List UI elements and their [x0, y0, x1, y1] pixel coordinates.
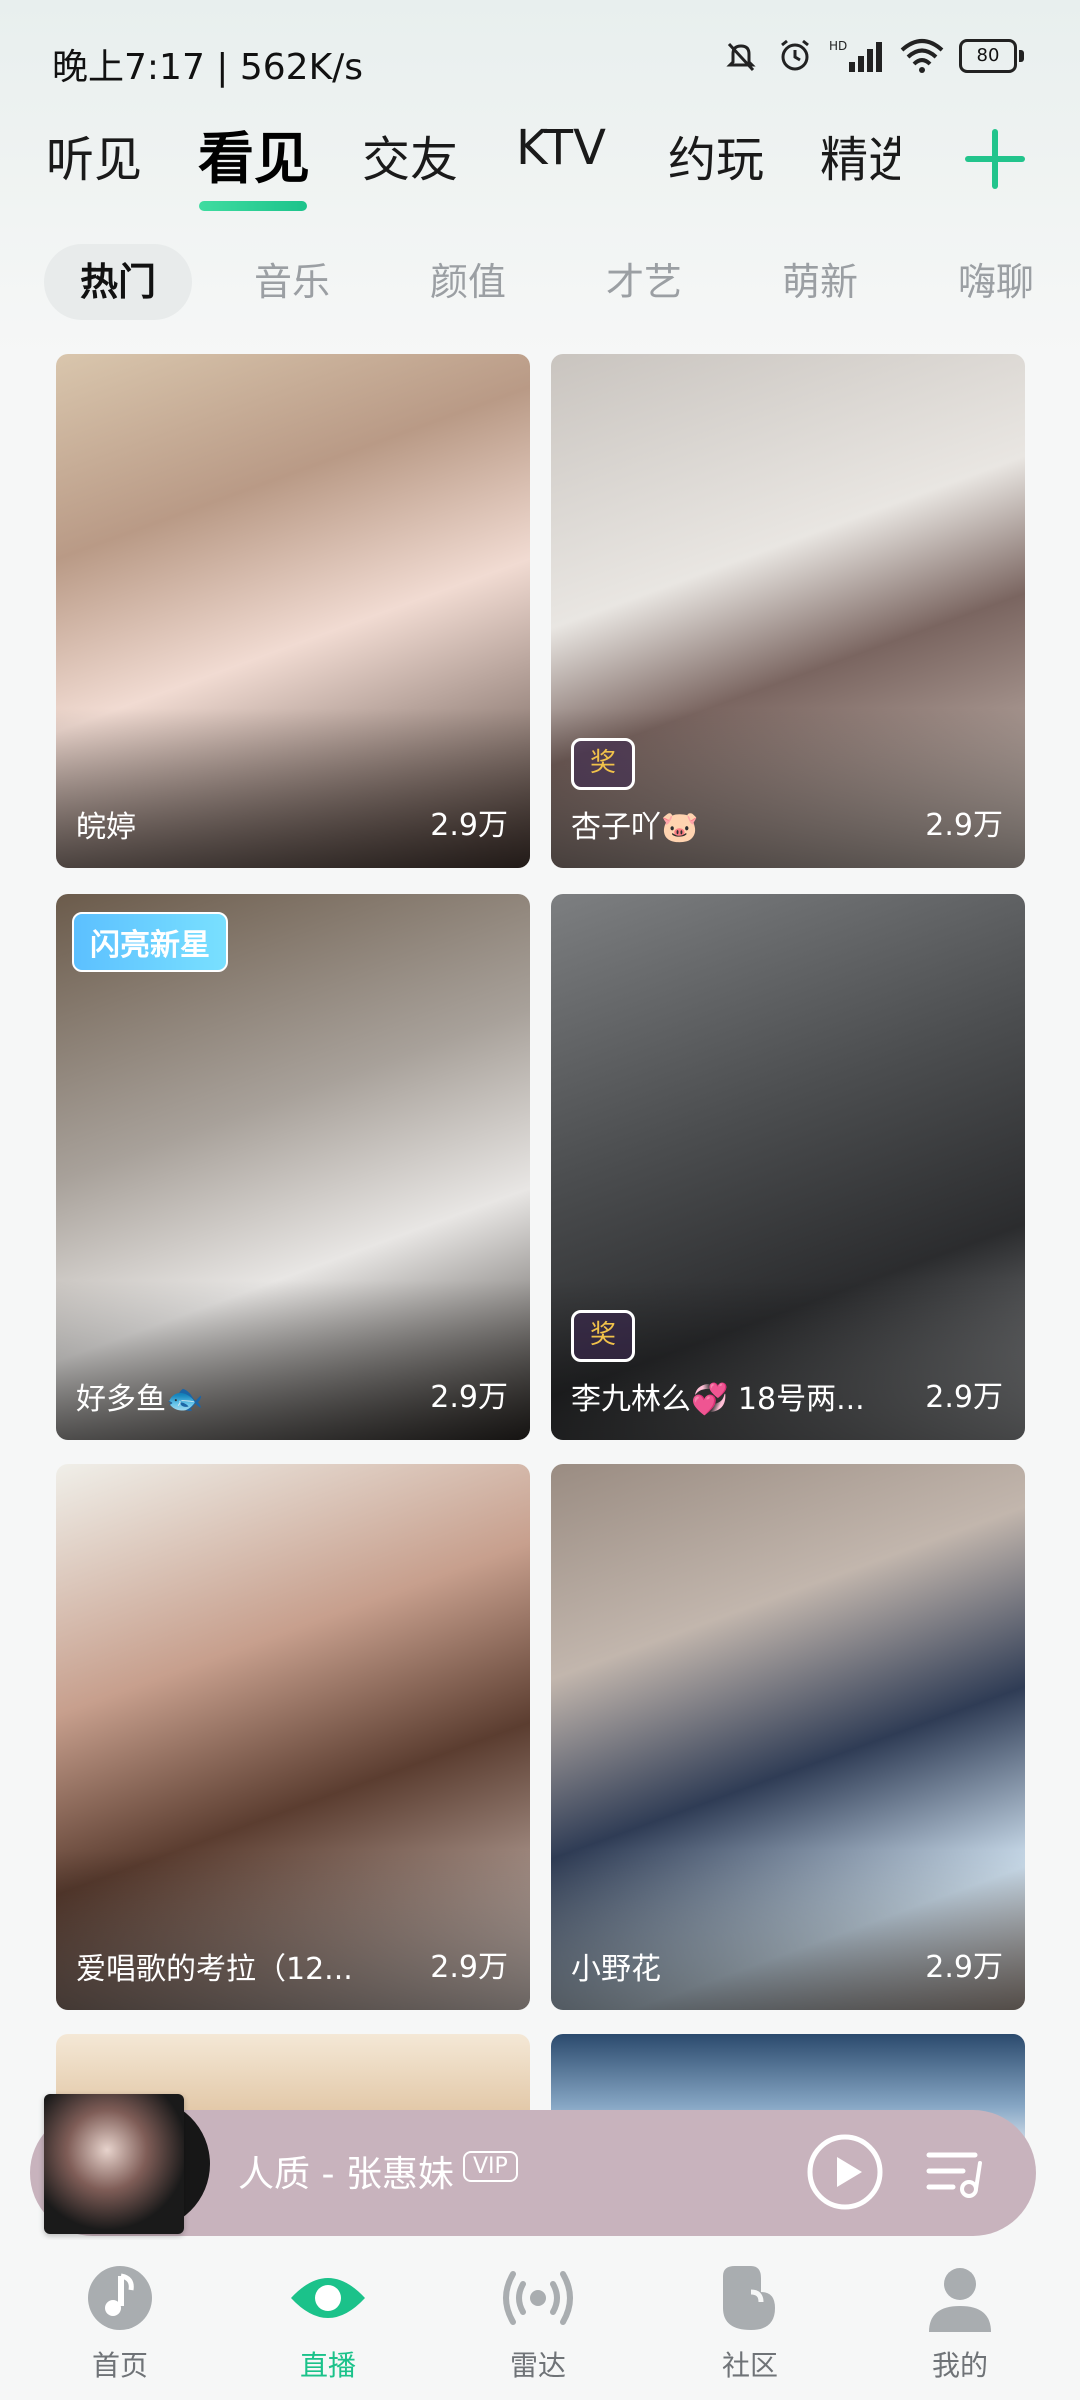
- now-playing-title[interactable]: 人质 - 张惠妹: [238, 2145, 454, 2197]
- hd-signal-icon: HD: [829, 39, 882, 72]
- nav-label-community: 社区: [721, 2349, 778, 2382]
- add-tab-button[interactable]: [960, 124, 1030, 194]
- playlist-icon[interactable]: [925, 2145, 987, 2201]
- battery-level: 80: [959, 39, 1017, 73]
- room-viewer-count: 2.9万: [925, 1950, 1003, 1985]
- bottom-navigation: 首页 直播 雷达 社区 我的: [0, 2240, 1080, 2400]
- room-viewer-count: 2.9万: [430, 1950, 508, 1985]
- live-room-card[interactable]: 奖 李九林么💞 18号两... 2.9万: [551, 894, 1025, 1440]
- community-icon: [723, 2266, 775, 2330]
- status-icons: HD 80: [721, 36, 1024, 76]
- svg-text:HD: HD: [829, 39, 847, 53]
- active-tab-indicator: [199, 201, 307, 211]
- chip-music[interactable]: 音乐: [254, 244, 330, 320]
- nav-label-home: 首页: [91, 2349, 148, 2382]
- live-room-card[interactable]: 爱唱歌的考拉（12... 2.9万: [56, 1464, 530, 2010]
- room-viewer-count: 2.9万: [925, 1380, 1003, 1415]
- nav-home[interactable]: 首页: [50, 2262, 190, 2384]
- room-host-name: 杏子吖🐷: [571, 810, 699, 845]
- tab-play-together[interactable]: 约玩: [668, 120, 764, 190]
- battery-icon: 80: [959, 39, 1024, 73]
- tab-watch[interactable]: 看见: [198, 114, 310, 195]
- mute-bell-icon: [726, 42, 756, 72]
- nav-label-profile: 我的: [931, 2349, 988, 2382]
- chip-chat[interactable]: 嗨聊: [958, 244, 1034, 320]
- nav-label-radar: 雷达: [509, 2349, 566, 2382]
- room-host-name: 好多鱼🐟: [76, 1382, 204, 1417]
- chip-hot[interactable]: 热门: [44, 244, 193, 320]
- tab-friends[interactable]: 交友: [362, 120, 458, 190]
- nav-live[interactable]: 直播: [258, 2262, 398, 2384]
- tab-listen[interactable]: 听见: [46, 120, 142, 190]
- tab-ktv[interactable]: KTV: [516, 120, 606, 176]
- live-room-card[interactable]: 闪亮新星 好多鱼🐟 2.9万: [56, 894, 530, 1440]
- room-host-name: 爱唱歌的考拉（12...: [76, 1952, 353, 1987]
- nav-profile[interactable]: 我的: [890, 2262, 1030, 2384]
- main-tabs: 听见 看见 交友 KTV 约玩 精选: [0, 120, 1080, 220]
- live-room-grid: 皖婷 2.9万 奖 杏子吖🐷 2.9万 闪亮新星 好多鱼🐟 2.9万 奖 李九林…: [0, 354, 1080, 2154]
- album-cover[interactable]: [44, 2094, 184, 2234]
- radar-icon: [503, 2271, 573, 2325]
- room-host-name: 李九林么💞 18号两...: [571, 1382, 865, 1417]
- live-room-card[interactable]: 小野花 2.9万: [551, 1464, 1025, 2010]
- status-bar: 晚上7:17 | 562K/s HD 80: [0, 0, 1080, 120]
- room-viewer-count: 2.9万: [430, 808, 508, 843]
- rising-star-badge: 闪亮新星: [72, 912, 228, 972]
- award-badge: 奖: [571, 1310, 635, 1362]
- live-room-card[interactable]: 皖婷 2.9万: [56, 354, 530, 868]
- alarm-icon: [781, 39, 809, 71]
- profile-icon: [929, 2268, 991, 2332]
- nav-label-live: 直播: [299, 2349, 356, 2382]
- award-badge: 奖: [571, 738, 635, 790]
- music-note-icon: [88, 2266, 152, 2330]
- tab-featured[interactable]: 精选: [820, 120, 900, 190]
- live-room-card[interactable]: 奖 杏子吖🐷 2.9万: [551, 354, 1025, 868]
- nav-radar[interactable]: 雷达: [468, 2262, 608, 2384]
- status-time: 晚上7:17 | 562K/s: [52, 47, 364, 88]
- nav-community[interactable]: 社区: [680, 2262, 820, 2384]
- room-host-name: 小野花: [571, 1952, 661, 1987]
- chip-talent[interactable]: 才艺: [606, 244, 682, 320]
- room-viewer-count: 2.9万: [925, 808, 1003, 843]
- vip-badge: VIP: [463, 2151, 518, 2182]
- room-host-name: 皖婷: [76, 810, 136, 845]
- wifi-icon: [900, 39, 944, 73]
- chip-looks[interactable]: 颜值: [430, 244, 506, 320]
- eye-icon: [291, 2278, 365, 2318]
- chip-newcomer[interactable]: 萌新: [782, 244, 858, 320]
- category-chips: 热门 音乐 颜值 才艺 萌新 嗨聊: [0, 244, 1080, 324]
- play-button[interactable]: [806, 2133, 884, 2211]
- room-viewer-count: 2.9万: [430, 1380, 508, 1415]
